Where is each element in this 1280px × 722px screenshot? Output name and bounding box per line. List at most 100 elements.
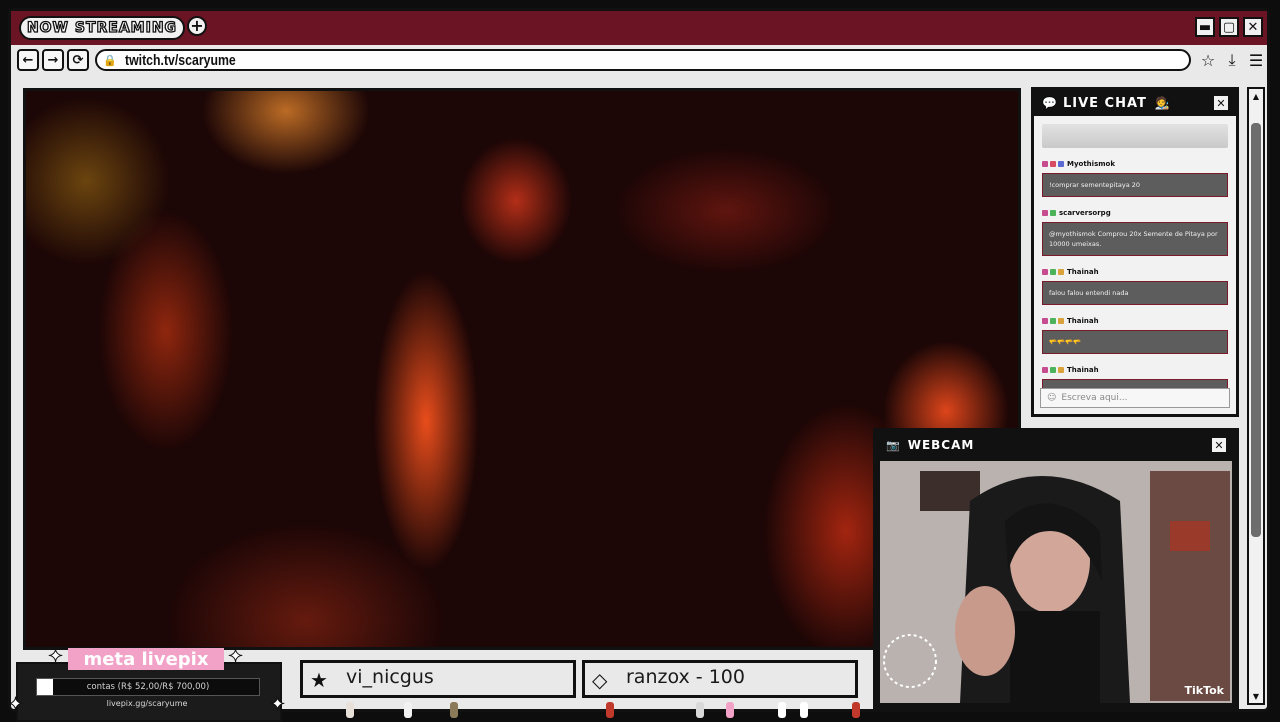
- chat-title: LIVE CHAT: [1062, 95, 1147, 111]
- bookmark-star-icon[interactable]: ☆: [1197, 49, 1219, 71]
- chat-pinned-bar: [1042, 124, 1228, 148]
- recent-donor-name: vi_nicgus: [346, 666, 434, 688]
- now-streaming-label: NOW STREAMING: [19, 16, 185, 40]
- new-tab-button[interactable]: +: [187, 16, 207, 36]
- webcam-feed: TikTok: [880, 461, 1232, 703]
- tiktok-watermark: TikTok: [1184, 684, 1224, 697]
- chat-avatar: [852, 702, 860, 718]
- webcam-scene: [880, 461, 1232, 703]
- badge-icon: [1058, 161, 1064, 167]
- chat-message-text: @myothismok Comprou 20x Semente de Pitay…: [1042, 222, 1228, 256]
- user-badges: [1042, 210, 1056, 216]
- user-badges: [1042, 269, 1064, 275]
- bottom-overlay: meta livepix ✦ ✦ ✦ ✦ contas (R$ 52,00/R$…: [0, 640, 870, 722]
- badge-icon: [1042, 269, 1048, 275]
- recent-donor-box: [300, 660, 576, 698]
- chat-input[interactable]: ☺ Escreva aqui...: [1040, 388, 1230, 408]
- star-icon: ★: [310, 668, 328, 692]
- chat-username[interactable]: Myothismok: [1067, 160, 1115, 168]
- lock-icon: 🔒: [103, 53, 117, 67]
- maximize-button[interactable]: ▢: [1219, 17, 1239, 37]
- badge-icon: [1058, 318, 1064, 324]
- badge-icon: [1050, 161, 1056, 167]
- webcam-panel: 📷 WEBCAM ✕ TikTok: [873, 428, 1239, 710]
- badge-icon: [1042, 318, 1048, 324]
- chat-message: Thainah falou falou entendi nada: [1042, 266, 1228, 305]
- chat-avatar: [726, 702, 734, 718]
- chat-message-text: falou falou entendi nada: [1042, 281, 1228, 305]
- chat-close-button[interactable]: ✕: [1212, 94, 1230, 112]
- badge-icon: [1058, 269, 1064, 275]
- chat-avatar: [606, 702, 614, 718]
- chat-message: Myothismok !comprar sementepitaya 20: [1042, 158, 1228, 197]
- url-text: twitch.tv/scaryume: [124, 51, 236, 69]
- chat-username[interactable]: Thainah: [1067, 317, 1099, 325]
- badge-icon: [1042, 161, 1048, 167]
- badge-icon: [1050, 269, 1056, 275]
- chat-username[interactable]: Thainah: [1067, 268, 1099, 276]
- webcam-close-button[interactable]: ✕: [1210, 436, 1228, 454]
- scroll-up-arrow[interactable]: ▲: [1249, 89, 1263, 103]
- browser-window: NOW STREAMING + ▬ ▢ ✕ ← → ⟳ 🔒 twitch.tv/…: [8, 8, 1270, 712]
- badge-icon: [1042, 210, 1048, 216]
- livepix-link: livepix.gg/scaryume: [106, 699, 188, 708]
- chat-username[interactable]: scarversorpg: [1059, 209, 1111, 217]
- user-badges: [1042, 318, 1064, 324]
- badge-icon: [1058, 367, 1064, 373]
- forward-button[interactable]: →: [42, 49, 64, 71]
- title-bar: NOW STREAMING + ▬ ▢ ✕: [11, 11, 1267, 48]
- recent-donation-name: ranzox - 100: [626, 666, 745, 688]
- stream-video[interactable]: [23, 88, 1021, 650]
- webcam-header: 📷 WEBCAM ✕: [876, 431, 1236, 459]
- webcam-title: WEBCAM: [907, 438, 975, 452]
- chat-bubble-icon: 💬: [1042, 96, 1057, 110]
- chat-message-text: 🫳🫳🫳🫳: [1042, 330, 1228, 354]
- chat-avatar: [696, 702, 704, 718]
- chat-message: Thainah 🫳🫳🫳🫳: [1042, 315, 1228, 354]
- chat-username[interactable]: Thainah: [1067, 366, 1099, 374]
- scroll-thumb[interactable]: [1251, 123, 1261, 537]
- chat-header: 💬 LIVE CHAT 🧑‍🎨 ✕: [1034, 90, 1236, 116]
- badge-icon: [1050, 210, 1056, 216]
- user-badges: [1042, 367, 1064, 373]
- star-icon: ✦: [47, 646, 64, 667]
- page-scrollbar[interactable]: ▲ ▼: [1247, 87, 1265, 705]
- chat-avatar: [346, 702, 354, 718]
- menu-icon[interactable]: ☰: [1245, 49, 1267, 71]
- chat-input-placeholder: Escreva aqui...: [1061, 393, 1128, 403]
- chat-message: scarversorpg @myothismok Comprou 20x Seme…: [1042, 207, 1228, 256]
- emoji-icon[interactable]: ☺: [1047, 393, 1056, 403]
- chat-username-row: scarversorpg: [1042, 207, 1228, 219]
- livepix-progress-fill: [37, 679, 54, 695]
- chat-message-text: !comprar sementepitaya 20: [1042, 173, 1228, 197]
- chat-username-row: Thainah: [1042, 364, 1228, 376]
- close-window-button[interactable]: ✕: [1243, 17, 1263, 37]
- livepix-progress-label: contas (R$ 52,00/R$ 700,00): [86, 682, 210, 692]
- badge-icon: [1042, 367, 1048, 373]
- navigation-bar: ← → ⟳ 🔒 twitch.tv/scaryume ☆ ⤓ ☰: [11, 45, 1267, 75]
- reload-button[interactable]: ⟳: [67, 49, 89, 71]
- live-chat-panel: 💬 LIVE CHAT 🧑‍🎨 ✕ Myothismok !comprar sem…: [1031, 87, 1239, 417]
- chat-username-row: Thainah: [1042, 315, 1228, 327]
- chat-username-row: Thainah: [1042, 266, 1228, 278]
- chat-avatar: [450, 702, 458, 718]
- chat-avatar: [404, 702, 412, 718]
- address-bar[interactable]: 🔒 twitch.tv/scaryume: [95, 49, 1191, 71]
- download-icon[interactable]: ⤓: [1221, 49, 1243, 71]
- camera-icon: 📷: [886, 438, 900, 452]
- user-badges: [1042, 161, 1064, 167]
- badge-icon: [1050, 367, 1056, 373]
- scroll-down-arrow[interactable]: ▼: [1249, 689, 1263, 703]
- livepix-progress-bar: contas (R$ 52,00/R$ 700,00): [36, 678, 260, 696]
- chat-username-row: Myothismok: [1042, 158, 1228, 170]
- chat-avatar: [778, 702, 786, 718]
- chat-mascot-icon: 🧑‍🎨: [1154, 96, 1170, 110]
- chat-message-list: Myothismok !comprar sementepitaya 20 scarv…: [1042, 124, 1228, 413]
- chat-avatar: [800, 702, 808, 718]
- diamond-icon: ◇: [592, 668, 608, 692]
- back-button[interactable]: ←: [17, 49, 39, 71]
- star-icon: ✦: [227, 646, 244, 667]
- badge-icon: [1050, 318, 1056, 324]
- livepix-goal-title: meta livepix: [68, 648, 224, 670]
- minimize-button[interactable]: ▬: [1195, 17, 1215, 37]
